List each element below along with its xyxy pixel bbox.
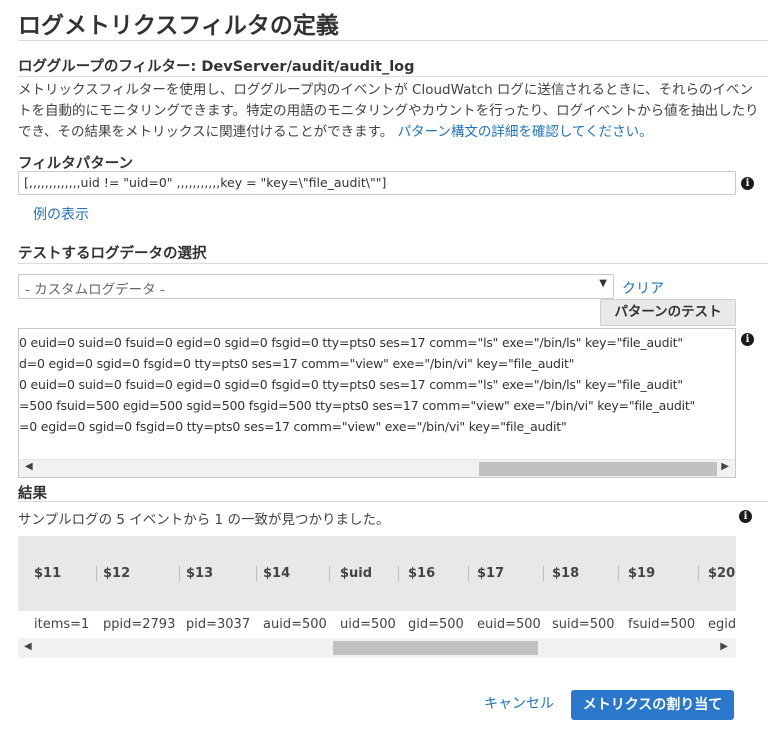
column-header[interactable]: $13 <box>186 566 213 581</box>
log-line: d=0 egid=0 sgid=0 fsgid=0 tty=pts0 ses=1… <box>19 356 575 371</box>
log-line: 0 euid=0 suid=0 fsuid=0 egid=0 sgid=0 fs… <box>19 377 683 392</box>
column-separator <box>96 566 97 581</box>
results-divider <box>18 501 768 502</box>
column-separator <box>468 566 469 581</box>
clear-link[interactable]: クリア <box>622 278 664 298</box>
scroll-right-icon[interactable]: ▶ <box>720 641 728 652</box>
table-horizontal-scrollbar[interactable]: ◀ ▶ <box>18 638 736 658</box>
results-summary: サンプルログの 5 イベントから 1 の一致が見つかりました。 <box>18 512 390 528</box>
log-data-select[interactable]: - カスタムログデータ - ▼ <box>18 274 614 299</box>
column-separator <box>256 566 257 581</box>
table-cell: gid=500 <box>408 617 464 632</box>
column-separator <box>543 566 544 581</box>
column-header[interactable]: $11 <box>34 566 61 581</box>
show-examples-link[interactable]: 例の表示 <box>33 204 89 224</box>
column-header[interactable]: $18 <box>552 566 579 581</box>
title-divider <box>18 40 768 41</box>
filter-pattern-label: フィルタパターン <box>18 156 133 172</box>
chevron-down-icon: ▼ <box>599 278 607 289</box>
info-icon[interactable]: i <box>741 177 754 190</box>
column-header[interactable]: $16 <box>408 566 435 581</box>
assign-metric-button[interactable]: メトリクスの割り当て <box>571 690 734 720</box>
table-cell: uid=500 <box>340 617 396 632</box>
scroll-left-icon[interactable]: ◀ <box>25 461 33 472</box>
scroll-thumb[interactable] <box>479 462 717 476</box>
table-cell: items=1 <box>34 617 90 632</box>
info-icon[interactable]: i <box>741 333 754 346</box>
filter-pattern-input[interactable]: [,,,,,,,,,,,,,uid != "uid=0" ,,,,,,,,,,,… <box>18 171 736 195</box>
column-separator <box>398 566 399 581</box>
test-divider <box>18 263 768 264</box>
table-cell: ppid=2793 <box>103 617 176 632</box>
results-label: 結果 <box>18 486 47 502</box>
table-row: items=1 ppid=2793 pid=3037 auid=500 uid=… <box>18 611 736 637</box>
header-divider <box>18 76 768 77</box>
table-cell: egid= <box>708 617 736 632</box>
table-cell: suid=500 <box>552 617 615 632</box>
column-header[interactable]: $12 <box>103 566 130 581</box>
table-cell: pid=3037 <box>186 617 251 632</box>
column-header[interactable]: $20 <box>708 566 735 581</box>
table-cell: fsuid=500 <box>628 617 696 632</box>
log-line: =0 egid=0 sgid=0 fsgid=0 tty=pts0 ses=17… <box>19 419 567 434</box>
log-data-textarea[interactable]: 0 euid=0 suid=0 fsuid=0 egid=0 sgid=0 fs… <box>18 328 736 478</box>
filter-header: ロググループのフィルター: DevServer/audit/audit_log <box>18 59 415 75</box>
log-data-select-value: - カスタムログデータ - <box>25 282 165 298</box>
scroll-left-icon[interactable]: ◀ <box>24 641 32 652</box>
log-horizontal-scrollbar[interactable]: ◀ ▶ <box>19 459 735 477</box>
column-header[interactable]: $uid <box>340 566 372 581</box>
test-log-data-label: テストするログデータの選択 <box>18 246 207 262</box>
log-line: 0 euid=0 suid=0 fsuid=0 egid=0 sgid=0 fs… <box>19 335 683 350</box>
page-title: ログメトリクスフィルタの定義 <box>18 13 339 39</box>
results-table-header: $11 $12 $13 $14 $uid $16 $17 $18 $19 $20 <box>18 536 736 611</box>
column-header[interactable]: $19 <box>628 566 655 581</box>
test-pattern-button[interactable]: パターンのテスト <box>600 299 736 326</box>
column-header[interactable]: $14 <box>263 566 290 581</box>
table-cell: auid=500 <box>263 617 327 632</box>
log-line: =500 fsuid=500 egid=500 sgid=500 fsgid=5… <box>19 398 696 413</box>
scroll-thumb[interactable] <box>333 641 538 655</box>
scroll-right-icon[interactable]: ▶ <box>721 461 729 472</box>
column-separator <box>329 566 330 581</box>
column-separator <box>179 566 180 581</box>
cancel-button[interactable]: キャンセル <box>484 693 554 713</box>
column-header[interactable]: $17 <box>477 566 504 581</box>
syntax-details-link[interactable]: パターン構文の詳細を確認してください。 <box>398 124 653 140</box>
column-separator <box>698 566 699 581</box>
column-separator <box>618 566 619 581</box>
info-icon[interactable]: i <box>739 510 752 523</box>
description: メトリックスフィルターを使用し、ロググループ内のイベントが CloudWatch… <box>18 80 763 143</box>
table-cell: euid=500 <box>477 617 541 632</box>
